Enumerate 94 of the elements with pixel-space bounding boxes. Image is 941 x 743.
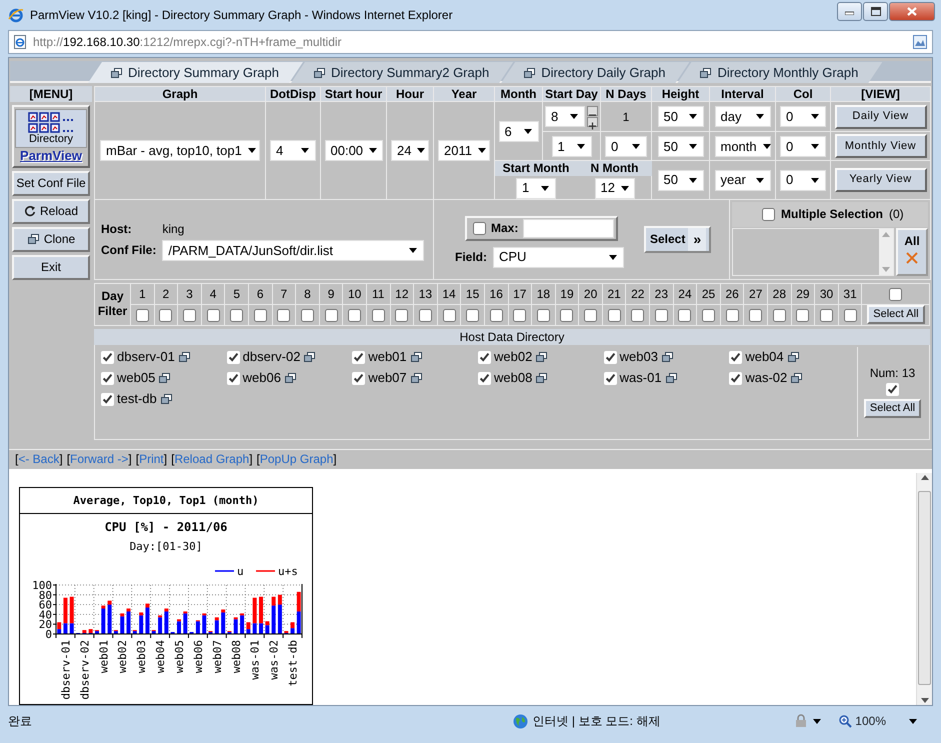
day-number: 11 — [366, 283, 390, 304]
axis-category-label: web05 — [173, 640, 186, 674]
column-header: Start Day — [542, 86, 600, 102]
host-value: king — [162, 222, 186, 236]
axis-category-label: was-02 — [268, 640, 281, 680]
chart-subtitle: Day:[01-30] — [130, 540, 202, 553]
axis-category-label: web02 — [116, 640, 130, 674]
max-label: Max: — [491, 221, 518, 236]
host-name: was-02 — [745, 370, 788, 386]
column-header: Hour — [386, 86, 434, 102]
axis-category-label: web07 — [210, 640, 224, 674]
axis-category-label: web03 — [135, 640, 148, 674]
axis-category-label: web08 — [230, 640, 243, 674]
day-number: 6 — [248, 283, 272, 304]
axis-category-label: web06 — [192, 640, 205, 674]
day-number: 3 — [178, 283, 202, 304]
legend-label: u — [237, 565, 244, 578]
selection-count: (0) — [889, 207, 904, 222]
host-name: web08 — [494, 370, 532, 386]
host-name: dbserv-01 — [117, 349, 175, 366]
day-number: 29 — [791, 283, 815, 304]
host-name: web07 — [368, 370, 407, 386]
axis-category-label: dbserv-02 — [78, 640, 92, 700]
field-label: Field: — [455, 250, 487, 264]
day-number: 28 — [768, 283, 792, 304]
column-header: Year — [434, 86, 494, 102]
chart-title: CPU [%] - 2011/06 — [104, 520, 228, 534]
host-name: was-01 — [620, 370, 662, 386]
security-zone-text: 인터넷 | 보호 모드: 해제 — [532, 714, 660, 728]
column-header: Month — [494, 86, 542, 102]
axis-tick-label: 0 — [45, 628, 52, 641]
axis-tick-label: 40 — [38, 608, 52, 622]
day-number: 18 — [532, 283, 556, 304]
day-number: 20 — [578, 283, 602, 304]
host-name: web05 — [117, 370, 156, 386]
axis-category-label: was-01 — [248, 640, 262, 680]
legend-label: u+s — [278, 565, 298, 578]
day-number: 8 — [296, 283, 320, 304]
day-number: 26 — [720, 283, 744, 304]
axis-category-label: test-db — [286, 640, 300, 686]
column-header: Start hour — [320, 86, 386, 102]
column-header: Col — [776, 86, 830, 102]
column-header: N Days — [600, 86, 652, 102]
day-number: 2 — [154, 283, 178, 304]
host-label: Host: — [101, 222, 133, 236]
column-header: DotDisp — [266, 86, 320, 102]
axis-category-label: web01 — [97, 640, 110, 674]
day-number: 16 — [484, 283, 508, 304]
column-header: [VIEW] — [830, 86, 930, 102]
day-number: 1 — [130, 283, 154, 304]
day-number: 10 — [342, 283, 366, 304]
day-number: 23 — [650, 283, 674, 304]
host-name: web06 — [242, 370, 281, 386]
chart-header: Average, Top10, Top1 (month) — [20, 488, 312, 514]
day-number: 15 — [460, 283, 484, 304]
day-number: 5 — [224, 283, 248, 304]
host-directory-header: Host Data Directory — [94, 328, 930, 345]
day-number: 12 — [390, 283, 414, 304]
multiple-selection-label: Multiple Selection — [781, 207, 884, 222]
host-name: test-db — [117, 391, 157, 408]
column-header: Height — [652, 86, 710, 102]
day-number: 17 — [508, 283, 532, 304]
menu-header: [MENU] — [10, 86, 92, 102]
conf-file-label: Conf File: — [101, 243, 156, 258]
day-number: 14 — [437, 283, 461, 304]
axis-category-label: dbserv-01 — [59, 640, 72, 700]
column-header: Start Month — [495, 161, 577, 176]
day-number: 21 — [602, 283, 626, 304]
column-header: Interval — [710, 86, 776, 102]
column-header: N Month — [577, 161, 652, 176]
day-number: 25 — [696, 283, 720, 304]
window-title: ParmView V10.2 [king] - Directory Summary Graph - Windows Internet Explorer — [30, 8, 454, 22]
brand-label: ParmView — [20, 148, 82, 164]
day-number: 7 — [272, 283, 296, 304]
day-number: 19 — [555, 283, 579, 304]
host-count: Num: 13 — [870, 366, 916, 380]
host-name: web02 — [494, 349, 532, 366]
day-number: 13 — [414, 283, 438, 304]
status-text: 완료 — [8, 714, 33, 728]
day-number: 30 — [814, 283, 838, 304]
day-count: 1 — [622, 110, 630, 124]
column-header: Graph — [94, 86, 266, 102]
day-filter-label: Day Filter — [94, 283, 130, 326]
host-name: dbserv-02 — [242, 349, 300, 366]
day-number: 4 — [201, 283, 225, 304]
day-number: 27 — [744, 283, 768, 304]
day-number: 31 — [838, 283, 862, 304]
day-number: 22 — [626, 283, 650, 304]
day-number: 9 — [319, 283, 343, 304]
axis-category-label: web04 — [154, 640, 168, 674]
host-name: web03 — [620, 349, 658, 366]
host-name: web04 — [745, 349, 784, 366]
day-number: 24 — [673, 283, 697, 304]
host-name: web01 — [368, 349, 407, 366]
